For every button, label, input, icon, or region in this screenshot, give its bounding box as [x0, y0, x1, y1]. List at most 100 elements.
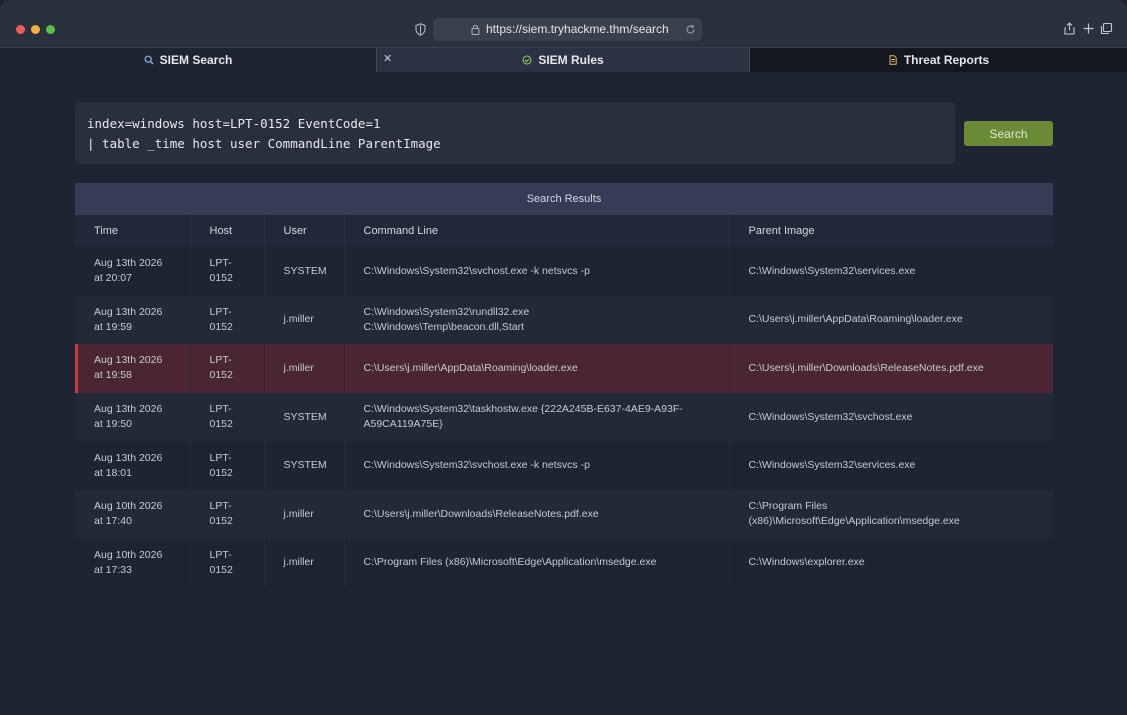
- time-cell: Aug 10th 2026 at 17:33: [75, 538, 191, 588]
- column-header-parent-image[interactable]: Parent Image: [729, 215, 1053, 247]
- search-query-input[interactable]: index=windows host=LPT-0152 EventCode=1 …: [75, 102, 955, 164]
- table-header-row: Time Host User Command Line Parent Image: [75, 215, 1053, 247]
- tab-threat-reports[interactable]: Threat Reports: [750, 48, 1127, 72]
- user-cell: j.miller: [264, 344, 345, 393]
- tab-bar: SIEM Search ✕ SIEM Rules Threat Reports: [0, 48, 1127, 72]
- check-circle-icon: [522, 55, 532, 65]
- table-row[interactable]: Aug 13th 2026 at 19:59 LPT- 0152 j.miller C:\…: [75, 295, 1053, 345]
- tab-label: SIEM Rules: [538, 53, 604, 67]
- host-cell: LPT- 0152: [190, 247, 265, 296]
- close-window-button[interactable]: [16, 25, 25, 34]
- host-cell-line: LPT-: [209, 500, 232, 513]
- time-cell: Aug 13th 2026 at 20:07: [75, 247, 191, 296]
- time-cell-line: Aug 13th 2026: [94, 354, 163, 367]
- minimize-window-button[interactable]: [31, 25, 40, 34]
- tab-siem-search[interactable]: SIEM Search: [0, 48, 376, 72]
- document-icon: [889, 55, 897, 65]
- parent-image-cell-line: C:\Windows\System32\svchost.exe: [748, 410, 913, 423]
- command-line-cell-line: C:\Program Files (x86)\Microsoft\Edge\Ap…: [363, 556, 657, 569]
- command-line-cell: C:\Windows\System32\svchost.exe -k netsv…: [344, 441, 730, 490]
- parent-image-cell: C:\Windows\System32\services.exe: [729, 441, 1053, 490]
- command-line-cell: C:\Windows\System32\svchost.exe -k netsv…: [344, 247, 730, 296]
- search-button[interactable]: Search: [964, 121, 1053, 146]
- user-cell-line: j.miller: [283, 556, 314, 569]
- table-row[interactable]: Aug 10th 2026 at 17:33 LPT- 0152 j.miller C:\…: [75, 538, 1053, 588]
- host-cell-line: 0152: [209, 320, 233, 333]
- parent-image-cell-line: C:\Windows\System32\services.exe: [748, 264, 916, 277]
- table-row-flagged[interactable]: Aug 13th 2026 at 19:58 LPT- 0152 j.miller C:\…: [75, 344, 1053, 393]
- parent-image-cell: C:\Program Files (x86)\Microsoft\Edge\App…: [729, 489, 1053, 539]
- parent-image-cell-line: (x86)\Microsoft\Edge\Application\msedge.…: [748, 515, 960, 528]
- parent-image-cell: C:\Users\j.miller\Downloads\ReleaseNotes…: [729, 344, 1053, 393]
- time-cell: Aug 13th 2026 at 18:01: [75, 441, 191, 490]
- tab-label: Threat Reports: [903, 53, 990, 67]
- column-header-time[interactable]: Time: [75, 215, 191, 247]
- address-bar[interactable]: https://siem.tryhackme.thm/search: [433, 18, 702, 41]
- reload-icon[interactable]: [685, 24, 696, 35]
- query-line-2: | table _time host user CommandLine Pare…: [87, 136, 441, 151]
- parent-image-cell: C:\Windows\System32\svchost.exe: [729, 392, 1053, 442]
- command-line-cell-line: C:\Windows\System32\taskhostw.exe {222A2…: [363, 403, 683, 416]
- command-line-cell: C:\Windows\System32\rundll32.exe C:\Windo…: [344, 295, 730, 345]
- zoom-window-button[interactable]: [46, 25, 55, 34]
- parent-image-cell-line: C:\Users\j.miller\AppData\Roaming\loader…: [748, 313, 963, 326]
- new-tab-icon[interactable]: [1082, 22, 1095, 35]
- time-cell-line: at 19:50: [94, 418, 132, 431]
- browser-window: https://siem.tryhackme.thm/search SIEM S…: [0, 0, 1127, 715]
- host-cell-line: LPT-: [209, 548, 232, 561]
- host-cell: LPT- 0152: [190, 344, 265, 393]
- host-cell-line: 0152: [209, 563, 233, 576]
- command-line-cell: C:\Users\j.miller\Downloads\ReleaseNotes…: [344, 489, 730, 539]
- tab-overview-icon[interactable]: [1100, 22, 1113, 35]
- host-cell-line: 0152: [209, 466, 233, 479]
- command-line-cell-line: C:\Users\j.miller\Downloads\ReleaseNotes…: [363, 507, 599, 520]
- time-cell-line: Aug 13th 2026: [94, 403, 163, 416]
- host-cell-line: 0152: [209, 515, 233, 528]
- close-tab-icon[interactable]: ✕: [383, 52, 392, 65]
- host-cell-line: LPT-: [209, 451, 232, 464]
- tab-label: SIEM Search: [159, 53, 233, 67]
- time-cell-line: at 17:33: [94, 563, 132, 576]
- user-cell: SYSTEM: [264, 441, 345, 490]
- table-row[interactable]: Aug 13th 2026 at 20:07 LPT- 0152 SYSTEM C:\Wi…: [75, 247, 1053, 296]
- user-cell-line: SYSTEM: [283, 410, 327, 423]
- user-cell-line: SYSTEM: [283, 264, 327, 277]
- user-cell: SYSTEM: [264, 392, 345, 442]
- column-header-user[interactable]: User: [264, 215, 345, 247]
- host-cell-line: 0152: [209, 418, 233, 431]
- tab-siem-rules[interactable]: ✕ SIEM Rules: [376, 48, 750, 72]
- time-cell-line: at 19:58: [94, 369, 132, 382]
- column-header-host[interactable]: Host: [190, 215, 265, 247]
- command-line-cell-line: C:\Windows\System32\rundll32.exe: [363, 305, 530, 318]
- host-cell-line: 0152: [209, 272, 233, 285]
- parent-image-cell: C:\Users\j.miller\AppData\Roaming\loader…: [729, 295, 1053, 345]
- time-cell-line: Aug 10th 2026: [94, 500, 163, 513]
- user-cell-line: j.miller: [283, 313, 314, 326]
- time-cell-line: at 18:01: [94, 466, 132, 479]
- host-cell-line: LPT-: [209, 305, 232, 318]
- column-header-command-line[interactable]: Command Line: [344, 215, 730, 247]
- time-cell-line: at 17:40: [94, 515, 132, 528]
- command-line-cell-line: C:\Users\j.miller\AppData\Roaming\loader…: [363, 361, 578, 374]
- table-row[interactable]: Aug 10th 2026 at 17:40 LPT- 0152 j.miller C:\…: [75, 489, 1053, 539]
- user-cell: j.miller: [264, 489, 345, 539]
- host-cell: LPT- 0152: [190, 538, 265, 588]
- command-line-cell-line: C:\Windows\System32\svchost.exe -k netsv…: [363, 459, 590, 472]
- table-row[interactable]: Aug 13th 2026 at 18:01 LPT- 0152 SYSTEM C:\Wi…: [75, 441, 1053, 490]
- user-cell-line: j.miller: [283, 507, 314, 520]
- results-table: Time Host User Command Line Parent Image…: [75, 215, 1053, 588]
- host-cell: LPT- 0152: [190, 392, 265, 442]
- command-line-cell-line: C:\Windows\Temp\beacon.dll,Start: [363, 320, 524, 333]
- share-icon[interactable]: [1063, 22, 1076, 35]
- command-line-cell: C:\Program Files (x86)\Microsoft\Edge\Ap…: [344, 538, 730, 588]
- time-cell: Aug 13th 2026 at 19:59: [75, 295, 191, 345]
- user-cell: SYSTEM: [264, 247, 345, 296]
- table-row[interactable]: Aug 13th 2026 at 19:50 LPT- 0152 SYSTEM C:\Wi…: [75, 392, 1053, 442]
- command-line-cell-line: A59CA119A75E}: [363, 418, 443, 431]
- time-cell-line: Aug 10th 2026: [94, 548, 163, 561]
- results-table-body: Aug 13th 2026 at 20:07 LPT- 0152 SYSTEM C:\Wi…: [75, 247, 1053, 588]
- url-text: https://siem.tryhackme.thm/search: [486, 22, 669, 36]
- user-cell: j.miller: [264, 538, 345, 588]
- shield-icon[interactable]: [415, 23, 426, 36]
- time-cell-line: Aug 13th 2026: [94, 257, 163, 270]
